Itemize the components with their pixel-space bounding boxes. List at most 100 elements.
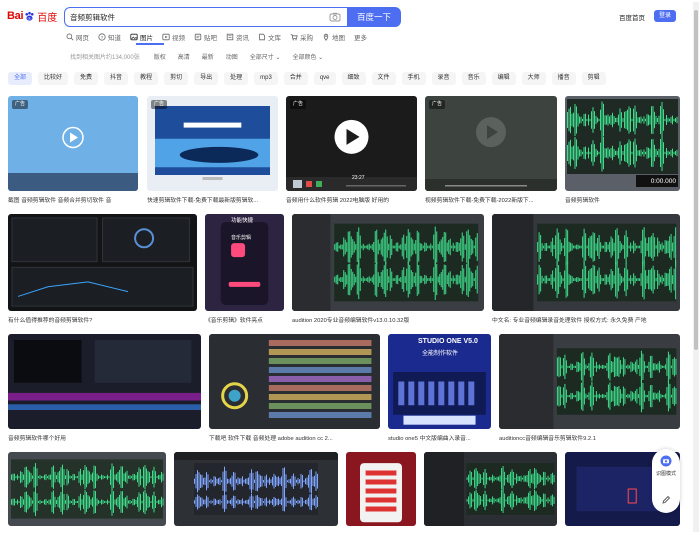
edit-icon[interactable] xyxy=(661,495,671,505)
tab-zhidao[interactable]: ? 知道 xyxy=(98,32,121,42)
search-box xyxy=(64,7,347,27)
camera-search-icon[interactable] xyxy=(660,455,672,467)
result-caption[interactable]: 下载吧 软件下载 音频处理 adobe audition cc 2... xyxy=(209,433,380,442)
tieba-icon xyxy=(194,33,202,41)
video-icon xyxy=(162,33,170,41)
result-image[interactable]: STUDIO ONE V5.0 全能制作软件 xyxy=(388,334,491,429)
svg-text:du: du xyxy=(28,16,32,20)
result-image[interactable] xyxy=(8,214,197,311)
result-caption[interactable]: 音频剪辑软件 xyxy=(565,195,680,204)
scrollbar[interactable] xyxy=(693,2,699,532)
result-caption[interactable]: 快速剪辑软件下载-免费下载最新版剪辑软... xyxy=(147,195,278,204)
related-tag[interactable]: mp3 xyxy=(254,71,278,85)
related-tag[interactable]: 抖音 xyxy=(104,71,129,85)
filter-hd[interactable]: 高清 xyxy=(178,52,190,61)
tab-news[interactable]: 资讯 xyxy=(226,32,249,42)
result-image[interactable] xyxy=(492,214,680,311)
related-tag[interactable]: 文件 xyxy=(371,71,396,85)
result-image[interactable] xyxy=(174,452,338,526)
result-image[interactable] xyxy=(209,334,380,429)
search-button[interactable]: 百度一下 xyxy=(347,7,401,27)
ad-badge: 广告 xyxy=(290,100,306,109)
search-nav-tabs: 网页 ? 知道 图片 视频 贴吧 资讯 文库 采购 地图 更多 xyxy=(66,31,376,43)
related-tag[interactable]: 处理 xyxy=(224,71,249,85)
related-tag[interactable]: 大师 xyxy=(521,71,546,85)
search-input[interactable] xyxy=(70,11,320,23)
result-caption[interactable]: auditioncc音频编辑音乐剪辑软件9.2.1 xyxy=(499,433,680,442)
baidu-logo[interactable]: Bai du 百度 xyxy=(7,9,57,24)
result-image[interactable]: 功能快捷 音乐剪辑 xyxy=(205,214,284,311)
result-image[interactable] xyxy=(8,334,201,429)
related-tag[interactable]: 音乐 xyxy=(461,71,486,85)
result-image[interactable]: 广告 23:27 xyxy=(286,96,417,191)
related-tag[interactable]: 手机 xyxy=(401,71,426,85)
visual-search-mode-label[interactable]: 识图模式 xyxy=(656,471,676,478)
related-tag[interactable]: 合并 xyxy=(283,71,308,85)
related-tag[interactable]: 免费 xyxy=(74,71,99,85)
result-caption[interactable]: 中文名: 专业音频编辑录音处理软件 授权方式: 永久免费 产地 xyxy=(492,315,680,324)
baidu-home-link[interactable]: 百度首页 xyxy=(619,12,645,22)
result-image[interactable] xyxy=(292,214,484,311)
related-tag[interactable]: 导出 xyxy=(194,71,219,85)
tab-web[interactable]: 网页 xyxy=(66,32,89,42)
tab-more[interactable]: 更多 xyxy=(354,32,367,42)
tab-video[interactable]: 视频 xyxy=(162,32,185,42)
card-app-title: 音乐剪辑 xyxy=(231,235,252,241)
tab-map[interactable]: 地图 xyxy=(322,32,345,42)
related-tag[interactable]: 教程 xyxy=(134,71,159,85)
result-image[interactable]: 0:00.000 xyxy=(565,96,680,191)
result-image[interactable]: 广告 xyxy=(425,96,557,191)
filter-latest[interactable]: 最新 xyxy=(202,52,214,61)
result-caption[interactable]: 有什么值得推荐的音频剪辑软件? xyxy=(8,315,197,324)
related-tag[interactable]: qve xyxy=(313,71,336,85)
camera-icon[interactable] xyxy=(329,11,341,23)
related-tag[interactable]: 全部 xyxy=(8,71,33,85)
video-timestamp: 23:27 xyxy=(352,175,365,181)
baidu-paw-icon: du xyxy=(24,11,35,22)
ad-badge: 广告 xyxy=(429,100,445,109)
card-feature-heading: 功能快捷 xyxy=(231,218,254,224)
tab-tieba[interactable]: 贴吧 xyxy=(194,32,217,42)
ad-badge: 广告 xyxy=(151,100,167,109)
tab-images[interactable]: 图片 xyxy=(130,32,153,42)
related-tag[interactable]: 比较好 xyxy=(38,71,69,85)
login-button[interactable]: 登录 xyxy=(654,10,676,22)
size-dropdown[interactable]: 全部尺寸 ⌄ xyxy=(250,52,281,61)
result-caption[interactable]: 视频剪辑软件下载-免费下载-2022新版下... xyxy=(425,195,557,204)
filter-row: 找到相关图片约134,000张 版权 高清 最新 动图 全部尺寸 ⌄ 全部颜色 … xyxy=(70,51,335,61)
image-icon xyxy=(130,33,138,41)
result-image[interactable] xyxy=(346,452,416,526)
result-caption[interactable]: audition 2020专业音频编辑软件v13.0.10.32版 xyxy=(292,315,484,324)
related-tag[interactable]: 细致 xyxy=(341,71,366,85)
result-caption[interactable]: 音频用什么软件剪辑 2022电脑版 好用的 xyxy=(286,195,417,204)
chevron-down-icon: ⌄ xyxy=(275,54,281,61)
related-tag[interactable]: 剪辑 xyxy=(581,71,606,85)
map-icon xyxy=(322,33,330,41)
result-image[interactable] xyxy=(8,452,166,526)
result-caption[interactable]: 音频剪辑软件哪个好用 xyxy=(8,433,201,442)
cart-icon xyxy=(290,33,298,41)
related-tag[interactable]: 编辑 xyxy=(491,71,516,85)
svg-text:?: ? xyxy=(101,35,104,41)
result-caption[interactable]: studio one5 中文版编曲入录音... xyxy=(388,433,491,442)
result-image[interactable] xyxy=(424,452,557,526)
result-caption[interactable]: 《音乐剪辑》软件亮点 xyxy=(205,315,284,324)
related-tag[interactable]: 剪切 xyxy=(164,71,189,85)
tab-purchase[interactable]: 采购 xyxy=(290,32,313,42)
result-image[interactable]: 广告 xyxy=(147,96,278,191)
color-dropdown[interactable]: 全部颜色 ⌄ xyxy=(292,52,323,61)
related-tag[interactable]: 播音 xyxy=(551,71,576,85)
search-icon xyxy=(66,33,74,41)
filter-copyright[interactable]: 版权 xyxy=(154,52,166,61)
scrollbar-thumb[interactable] xyxy=(694,10,698,350)
related-tag[interactable]: 录音 xyxy=(431,71,456,85)
card-product-title: STUDIO ONE V5.0 xyxy=(418,338,478,345)
result-caption[interactable]: 截图 音频剪辑软件 音频合并剪切软件 音 xyxy=(8,195,138,204)
result-image[interactable]: 广告 xyxy=(8,96,138,191)
filter-animated[interactable]: 动图 xyxy=(226,52,238,61)
result-image[interactable] xyxy=(499,334,680,429)
news-icon xyxy=(226,33,234,41)
chevron-down-icon: ⌄ xyxy=(318,54,324,61)
tab-wenku[interactable]: 文库 xyxy=(258,32,281,42)
media-time-display: 0:00.000 xyxy=(650,178,676,185)
